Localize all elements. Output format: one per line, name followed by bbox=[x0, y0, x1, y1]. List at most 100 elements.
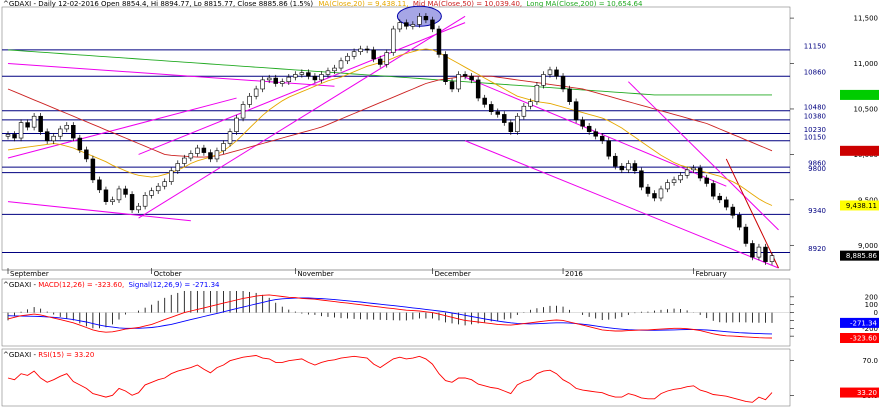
macd-header-sep: - bbox=[31, 281, 38, 289]
candle-body bbox=[325, 70, 331, 75]
candle-body bbox=[155, 185, 161, 192]
month-label: October bbox=[154, 270, 182, 278]
level-label-10480: 10480 bbox=[804, 103, 826, 111]
candle-body bbox=[77, 137, 83, 151]
candle-body bbox=[18, 122, 24, 139]
level-label-9800: 9800 bbox=[808, 165, 826, 173]
macd-header-symbol: ^GDAXI bbox=[3, 281, 31, 289]
level-label-9340: 9340 bbox=[808, 207, 826, 215]
candle-body bbox=[639, 170, 644, 188]
candle-body bbox=[619, 165, 625, 171]
y-tick-label: 11,500 bbox=[854, 15, 879, 23]
macd-last-badge: -323.60 bbox=[850, 334, 877, 342]
candle-body bbox=[502, 114, 507, 123]
level-label-10380: 10380 bbox=[804, 112, 826, 120]
candle-body bbox=[103, 189, 109, 202]
candle-body bbox=[71, 125, 76, 139]
candle-body bbox=[195, 147, 200, 154]
candle-body bbox=[234, 117, 239, 132]
price-header-sep: - bbox=[31, 0, 38, 8]
level-label-10150: 10150 bbox=[804, 133, 826, 141]
candle-body bbox=[110, 199, 115, 202]
candle-body bbox=[116, 188, 122, 201]
month-label: November bbox=[297, 270, 334, 278]
candle-body bbox=[338, 60, 344, 69]
candle-body bbox=[423, 15, 429, 21]
price-pane-frame bbox=[1, 6, 791, 271]
candle-body bbox=[462, 74, 468, 77]
candle-body bbox=[710, 183, 716, 197]
candle-body bbox=[149, 190, 154, 196]
candle-body bbox=[534, 85, 540, 102]
candle-body bbox=[227, 131, 233, 144]
price-header-ma200: Long MA(Close,200) = 10,654.64 bbox=[526, 0, 643, 8]
ma50-badge-bg bbox=[840, 145, 879, 156]
candle-body bbox=[201, 147, 207, 153]
candle-body bbox=[626, 163, 631, 171]
candle-body bbox=[188, 153, 194, 159]
candle-body bbox=[371, 49, 376, 60]
candle-body bbox=[456, 74, 461, 90]
candle-body bbox=[410, 24, 416, 27]
level-label-11150: 11150 bbox=[804, 42, 826, 50]
candle-body bbox=[704, 177, 709, 184]
candle-body bbox=[299, 72, 305, 75]
candle-body bbox=[724, 199, 729, 208]
ma200-badge-bg bbox=[840, 89, 879, 100]
candle-body bbox=[51, 135, 56, 142]
candle-body bbox=[443, 54, 448, 83]
candle-body bbox=[273, 77, 278, 84]
price-header-ma50: Mid MA(Close,50) = 10,039.40, bbox=[413, 0, 522, 8]
candle-body bbox=[750, 243, 755, 258]
candle-body bbox=[475, 79, 481, 99]
y-tick-label: 9,000 bbox=[858, 242, 878, 250]
macd-tick-label: 200 bbox=[865, 293, 878, 301]
candle-body bbox=[430, 19, 435, 30]
candle-body bbox=[449, 81, 455, 90]
candle-body bbox=[567, 88, 572, 102]
candle-body bbox=[377, 58, 383, 65]
candle-body bbox=[488, 104, 494, 112]
candle-body bbox=[652, 193, 657, 199]
candle-body bbox=[521, 105, 527, 117]
candle-body bbox=[508, 122, 514, 132]
candle-body bbox=[57, 128, 63, 137]
rsi-header-symbol: ^GDAXI bbox=[3, 351, 31, 359]
last-price-badge: 8,885.86 bbox=[846, 252, 878, 260]
candle-body bbox=[541, 74, 546, 86]
candle-body bbox=[221, 143, 226, 152]
candle-body bbox=[136, 205, 141, 211]
candle-body bbox=[332, 67, 337, 72]
rsi-pane-frame bbox=[1, 348, 791, 407]
macd-header-macd: MACD(12,26) = -323.60, bbox=[38, 281, 124, 289]
candle-body bbox=[97, 179, 102, 191]
price-header-desc: Daily 12-02-2016 Open 8854.4, Hi 8894.77… bbox=[38, 0, 313, 8]
price-header: ^GDAXI - Daily 12-02-2016 Open 8854.4, H… bbox=[3, 0, 643, 8]
candle-body bbox=[90, 158, 96, 181]
candle-body bbox=[162, 181, 167, 187]
candle-body bbox=[312, 75, 318, 81]
candle-body bbox=[528, 101, 533, 107]
candle-body bbox=[25, 122, 30, 128]
candle-body bbox=[665, 182, 670, 190]
rsi-tick-label: 70.0 bbox=[862, 357, 878, 365]
candle-body bbox=[560, 75, 566, 90]
candle-body bbox=[280, 81, 285, 84]
candle-body bbox=[769, 255, 775, 262]
stock-chart: 1115010860104801038010230101509860980093… bbox=[1, 0, 879, 407]
candle-body bbox=[593, 131, 598, 137]
candle-body bbox=[469, 75, 474, 81]
level-label-10860: 10860 bbox=[804, 69, 826, 77]
candle-body bbox=[606, 140, 611, 157]
candle-body bbox=[632, 163, 638, 172]
candle-body bbox=[658, 188, 664, 199]
ma20-badge: 9,438.11 bbox=[846, 202, 877, 210]
macd-tick-label: 100 bbox=[865, 301, 878, 309]
macd-header-signal: Signal(12,26,9) = -271.34 bbox=[128, 281, 220, 289]
level-label-8920: 8920 bbox=[808, 245, 826, 253]
month-label: September bbox=[10, 270, 49, 278]
candle-body bbox=[678, 175, 683, 181]
candle-body bbox=[31, 115, 37, 128]
candle-body bbox=[482, 97, 487, 105]
candle-body bbox=[38, 115, 43, 132]
